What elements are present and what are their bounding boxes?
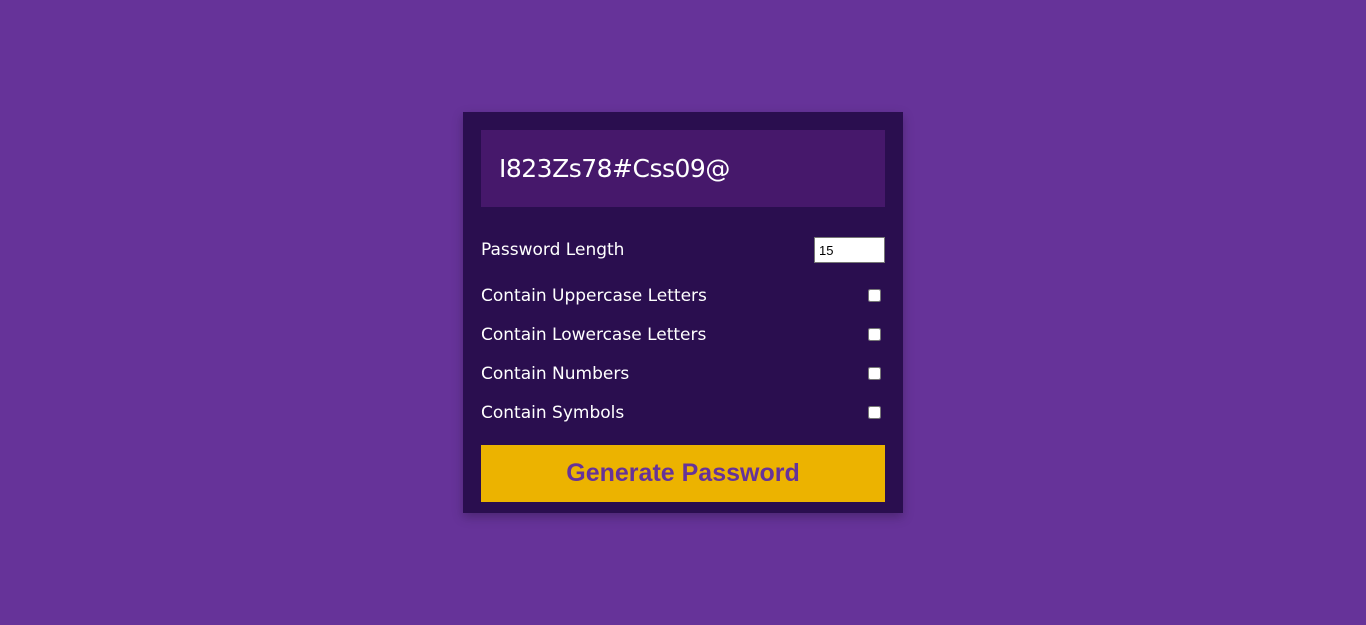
- setting-uppercase: Contain Uppercase Letters: [481, 276, 885, 315]
- setting-numbers-label: Contain Numbers: [481, 363, 630, 384]
- setting-lowercase-label: Contain Lowercase Letters: [481, 324, 707, 345]
- setting-uppercase-label: Contain Uppercase Letters: [481, 285, 707, 306]
- setting-symbols-label: Contain Symbols: [481, 402, 625, 423]
- password-length-input[interactable]: [814, 237, 885, 263]
- symbols-checkbox[interactable]: [868, 406, 881, 419]
- setting-symbols: Contain Symbols: [481, 393, 885, 432]
- setting-length: Password Length: [481, 237, 885, 263]
- setting-length-label: Password Length: [481, 240, 625, 260]
- settings-list: Password Length Contain Uppercase Letter…: [481, 237, 885, 432]
- password-generator-card: I823Zs78#Css09@ Password Length Contain …: [463, 112, 903, 513]
- uppercase-checkbox[interactable]: [868, 289, 881, 302]
- password-result-text: I823Zs78#Css09@: [499, 154, 730, 183]
- setting-numbers: Contain Numbers: [481, 354, 885, 393]
- lowercase-checkbox[interactable]: [868, 328, 881, 341]
- generate-password-button[interactable]: Generate Password: [481, 445, 885, 502]
- numbers-checkbox[interactable]: [868, 367, 881, 380]
- password-result: I823Zs78#Css09@: [481, 130, 885, 207]
- setting-lowercase: Contain Lowercase Letters: [481, 315, 885, 354]
